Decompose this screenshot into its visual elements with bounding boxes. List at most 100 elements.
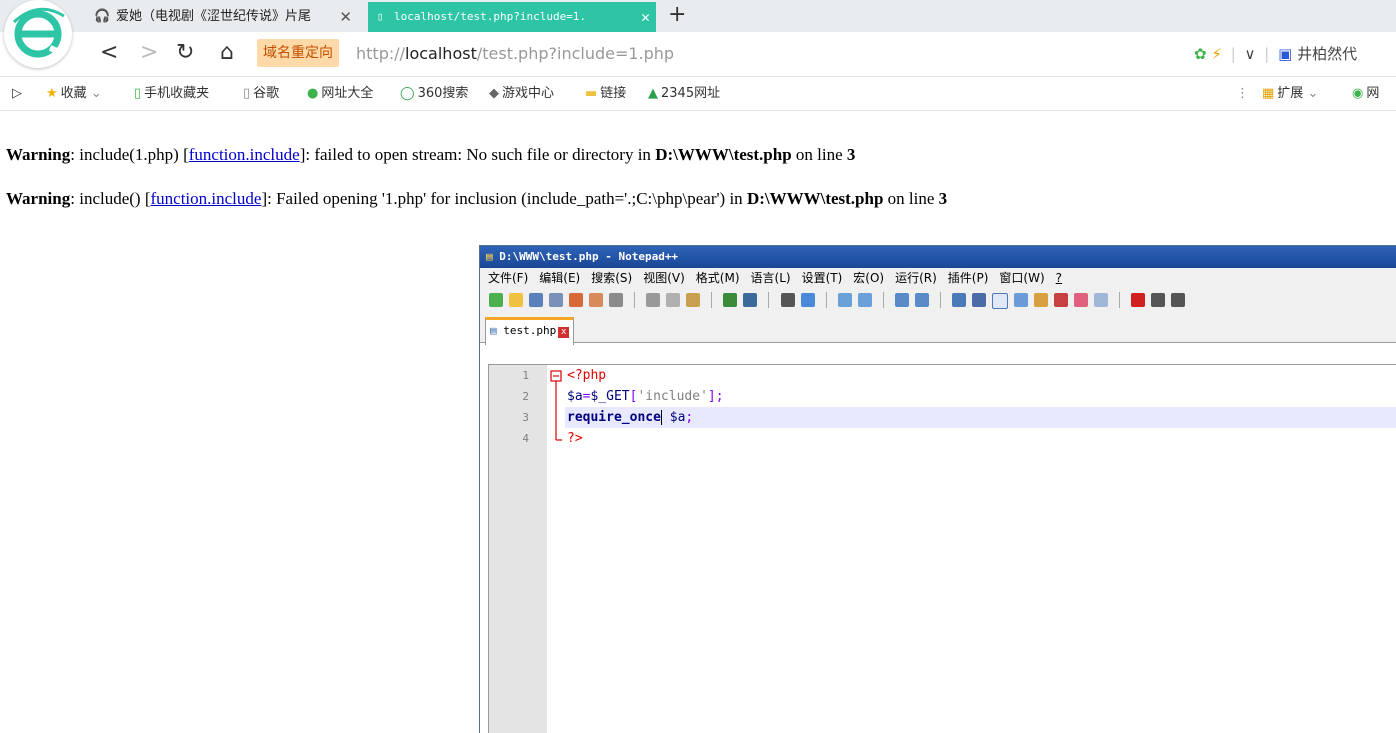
menu-search[interactable]: 搜索(S) (591, 271, 632, 285)
save-icon[interactable] (529, 293, 543, 307)
address-bar[interactable]: http://localhost/test.php?include=1.php (356, 42, 674, 66)
function-list-icon[interactable] (1054, 293, 1069, 307)
close-icon[interactable]: x (558, 327, 570, 338)
code-editor[interactable]: 1 2 3 4 <?php $a=$_GET['include']; requi… (488, 364, 1396, 733)
file-tab-test-php[interactable]: ▤ test.php x (485, 317, 575, 345)
close-icon[interactable]: ✕ (339, 2, 352, 32)
bookmark-games[interactable]: ◆ 游戏中心 (489, 77, 554, 110)
code-token: $a (567, 389, 583, 404)
bookmark-right[interactable]: ◉ 网 (1352, 77, 1379, 110)
folder-workspace-icon[interactable] (1074, 293, 1089, 307)
menu-edit[interactable]: 编辑(E) (539, 271, 580, 285)
tab-bar: 🎧 爱她（电视剧《涩世纪传说》片尾 ✕ ▯ localhost/test.php?i… (0, 0, 1396, 32)
bookmark-2345[interactable]: ▲ 2345网址 (648, 77, 720, 110)
toolbar-divider (634, 292, 636, 308)
menu-file[interactable]: 文件(F) (488, 271, 528, 285)
lightning-icon[interactable]: ⚡ (1211, 45, 1222, 63)
bookmark-favorites[interactable]: ★ 收藏 ⌄ (46, 77, 102, 110)
url-scheme: http:// (356, 44, 406, 63)
menu-format[interactable]: 格式(M) (696, 271, 740, 285)
tab-2[interactable]: ▯ localhost/test.php?include=1. ✕ (368, 2, 656, 32)
stop-macro-icon[interactable] (1151, 293, 1166, 307)
code-line-2: $a=$_GET['include']; (565, 386, 1396, 407)
copy-icon[interactable] (666, 293, 681, 307)
reload-button[interactable]: ↻ (176, 40, 194, 66)
print-icon[interactable] (609, 293, 623, 307)
toolbar-divider (882, 292, 884, 308)
menu-language[interactable]: 语言(L) (751, 271, 791, 285)
line-number: 1 (522, 369, 529, 382)
indent-guide-icon[interactable] (992, 293, 1009, 309)
save-all-icon[interactable] (549, 293, 563, 307)
line-number: 2 (522, 390, 529, 403)
notepad-screenshot: ▤ D:\WWW\test.php - Notepad++ 文件(F) 编辑(E)… (479, 245, 1396, 733)
chevron-down-icon[interactable]: ∨ (1245, 45, 1256, 63)
zoom-in-icon[interactable] (837, 293, 852, 307)
menu-run[interactable]: 运行(R) (895, 271, 937, 285)
function-include-link[interactable]: function.include (189, 145, 300, 164)
phone-icon: ▯ (134, 86, 142, 101)
code-token: 'include' (637, 389, 708, 404)
image-search-icon[interactable]: ▣ (1278, 45, 1292, 63)
cut-icon[interactable] (646, 293, 661, 307)
bookmark-hao[interactable]: ● 网址大全 (307, 77, 373, 110)
more-icon[interactable]: ⋮ (1236, 77, 1249, 110)
tab-1[interactable]: 🎧 爱她（电视剧《涩世纪传说》片尾 ✕ (90, 2, 358, 32)
code-line-3: require_once $a; (565, 407, 1396, 428)
page-icon: ▯ (243, 86, 251, 101)
home-button[interactable]: ⌂ (220, 40, 234, 66)
warning-line: 3 (846, 145, 856, 164)
open-file-icon[interactable] (509, 293, 523, 307)
word-wrap-icon[interactable] (952, 293, 967, 307)
menu-settings[interactable]: 设置(T) (802, 271, 843, 285)
close-icon[interactable]: ✕ (641, 2, 650, 32)
trending-search-text[interactable]: 井柏然代 (1297, 45, 1357, 63)
bookmark-label: 谷歌 (253, 86, 280, 101)
bookmark-label: 收藏 (60, 86, 87, 101)
replace-icon[interactable] (800, 293, 815, 307)
sidebar-toggle-icon[interactable]: ▷ (12, 77, 22, 110)
new-tab-button[interactable]: + (668, 2, 686, 28)
undo-icon[interactable] (723, 293, 738, 307)
menu-help[interactable]: ? (1056, 271, 1062, 285)
sync-horizontal-icon[interactable] (914, 293, 929, 307)
back-button[interactable]: < (100, 40, 118, 66)
tab-2-label: localhost/test.php?include=1. (394, 10, 587, 23)
warning-text: ]: failed to open stream: No such file o… (299, 145, 656, 164)
bookmark-mobile[interactable]: ▯ 手机收藏夹 (134, 77, 209, 110)
zoom-out-icon[interactable] (857, 293, 872, 307)
paste-icon[interactable] (686, 293, 701, 307)
bookmark-links[interactable]: ▬ 链接 (585, 77, 626, 110)
refresh-plugin-icon[interactable]: ✿ (1194, 45, 1207, 63)
menu-window[interactable]: 窗口(W) (999, 271, 1044, 285)
ie-logo-icon (12, 7, 65, 58)
code-token: require_once (567, 410, 661, 425)
menu-view[interactable]: 视图(V) (643, 271, 685, 285)
redo-icon[interactable] (743, 293, 758, 307)
browser-logo[interactable] (4, 0, 72, 68)
bookmark-google[interactable]: ▯ 谷歌 (243, 77, 279, 110)
new-file-icon[interactable] (489, 293, 503, 307)
record-macro-icon[interactable] (1131, 293, 1146, 307)
menu-plugins[interactable]: 插件(P) (948, 271, 989, 285)
menu-macro[interactable]: 宏(O) (853, 271, 884, 285)
php-close-tag: ?> (567, 431, 583, 446)
doc-map-icon[interactable] (1034, 293, 1049, 307)
line-gutter: 1 2 3 4 (489, 365, 547, 733)
toolbar-divider (711, 292, 713, 308)
extensions-button[interactable]: ▦ 扩展 ⌄ (1262, 77, 1318, 110)
play-macro-icon[interactable] (1171, 293, 1186, 307)
lang-icon[interactable] (1014, 293, 1029, 307)
fold-marker-icon[interactable] (549, 369, 565, 447)
bookmark-360[interactable]: ◯ 360搜索 (400, 77, 468, 110)
sync-vertical-icon[interactable] (894, 293, 909, 307)
forward-button[interactable]: > (140, 40, 158, 66)
redirect-badge[interactable]: 域名重定向 (257, 39, 339, 67)
close-file-icon[interactable] (569, 293, 583, 307)
warning-text: : include() [ (70, 189, 151, 208)
monitor-icon[interactable] (1094, 293, 1109, 307)
close-all-icon[interactable] (589, 293, 603, 307)
find-icon[interactable] (780, 293, 795, 307)
function-include-link[interactable]: function.include (151, 189, 262, 208)
show-all-chars-icon[interactable] (972, 293, 987, 307)
